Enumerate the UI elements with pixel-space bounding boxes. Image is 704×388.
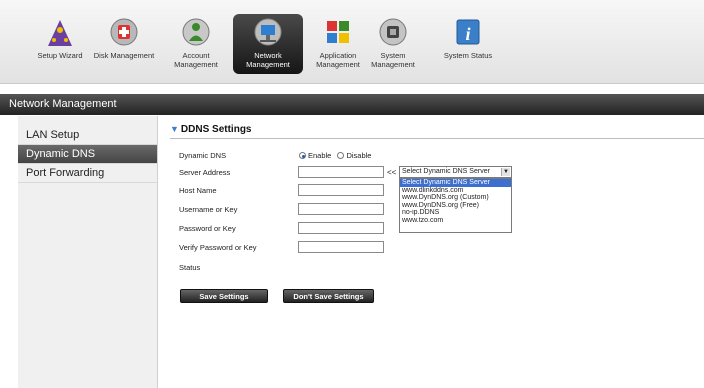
wizard-icon: [48, 20, 72, 46]
ddns-server-select-value: Select Dynamic DNS Server: [402, 168, 490, 175]
copy-arrows: <<: [387, 168, 397, 177]
dropdown-option[interactable]: no-ip.DDNS: [400, 209, 511, 217]
sidebar-item-lan-setup[interactable]: LAN Setup: [18, 126, 157, 145]
sidebar: LAN Setup Dynamic DNS Port Forwarding: [18, 116, 158, 388]
disable-radio-label: Disable: [346, 151, 372, 160]
dont-save-settings-button[interactable]: Don't Save Settings: [283, 289, 374, 303]
top-toolbar: Setup Wizard Disk Management Account Man…: [0, 0, 704, 84]
username-input[interactable]: [298, 203, 384, 215]
tool-setup-wizard[interactable]: Setup Wizard: [28, 14, 92, 74]
verify-password-label: Verify Password or Key: [179, 243, 257, 252]
password-input[interactable]: [298, 222, 384, 234]
tool-label: System Status: [443, 51, 493, 60]
server-address-input[interactable]: [298, 166, 384, 178]
dropdown-option[interactable]: www.DynDNS.org (Custom): [400, 194, 511, 202]
tool-network-management[interactable]: Network Management: [233, 14, 303, 74]
host-name-input[interactable]: [298, 184, 384, 196]
status-label: Status: [179, 263, 201, 272]
tool-label: Account Management: [174, 51, 218, 69]
dropdown-option[interactable]: www.DynDNS.org (Free): [400, 202, 511, 210]
save-settings-button[interactable]: Save Settings: [180, 289, 268, 303]
username-label: Username or Key: [179, 205, 238, 214]
divider: [170, 138, 704, 139]
server-address-label: Server Address: [179, 168, 231, 177]
apps-icon: [327, 21, 349, 43]
tool-system-management[interactable]: System Management: [358, 14, 428, 74]
dropdown-option[interactable]: Select Dynamic DNS Server: [400, 179, 511, 187]
host-name-label: Host Name: [179, 186, 217, 195]
tool-account-management[interactable]: Account Management: [164, 14, 228, 74]
password-label: Password or Key: [179, 224, 236, 233]
network-icon: [254, 18, 282, 46]
chevron-down-icon[interactable]: ▼: [501, 168, 510, 176]
tool-disk-management[interactable]: Disk Management: [92, 14, 156, 74]
dropdown-option[interactable]: www.dlinkddns.com: [400, 187, 511, 195]
dynamic-dns-radio-group: Enable Disable: [299, 151, 371, 160]
verify-password-input[interactable]: [298, 241, 384, 253]
users-icon: [182, 18, 210, 46]
dynamic-dns-label: Dynamic DNS: [179, 151, 227, 160]
disable-radio[interactable]: [337, 152, 345, 159]
tool-label: Disk Management: [93, 51, 155, 60]
tool-label: System Management: [371, 51, 415, 69]
svg-text:i: i: [465, 24, 470, 44]
sidebar-item-dynamic-dns[interactable]: Dynamic DNS: [18, 145, 157, 164]
ddns-server-select[interactable]: Select Dynamic DNS Server ▼: [399, 166, 512, 178]
panel-title[interactable]: ▼ DDNS Settings: [170, 124, 251, 135]
tool-label: Setup Wizard: [37, 51, 83, 60]
enable-radio[interactable]: [299, 152, 306, 159]
tool-system-status[interactable]: i System Status: [433, 14, 503, 74]
section-header: Network Management: [0, 94, 704, 115]
dropdown-option[interactable]: www.tzo.com: [400, 217, 511, 225]
collapse-triangle-icon: ▼: [170, 124, 179, 134]
main-panel: ▼ DDNS Settings Dynamic DNS Enable Disabl…: [158, 116, 704, 388]
tool-label: Network Management: [246, 51, 290, 69]
system-icon: [379, 18, 407, 46]
panel-title-text: DDNS Settings: [180, 124, 252, 135]
info-icon: i: [456, 19, 480, 45]
enable-radio-label: Enable: [308, 151, 332, 160]
sidebar-item-port-forwarding[interactable]: Port Forwarding: [18, 164, 157, 183]
disk-icon: [110, 18, 138, 46]
ddns-server-dropdown-list: Select Dynamic DNS Server www.dlinkddns.…: [399, 178, 512, 233]
